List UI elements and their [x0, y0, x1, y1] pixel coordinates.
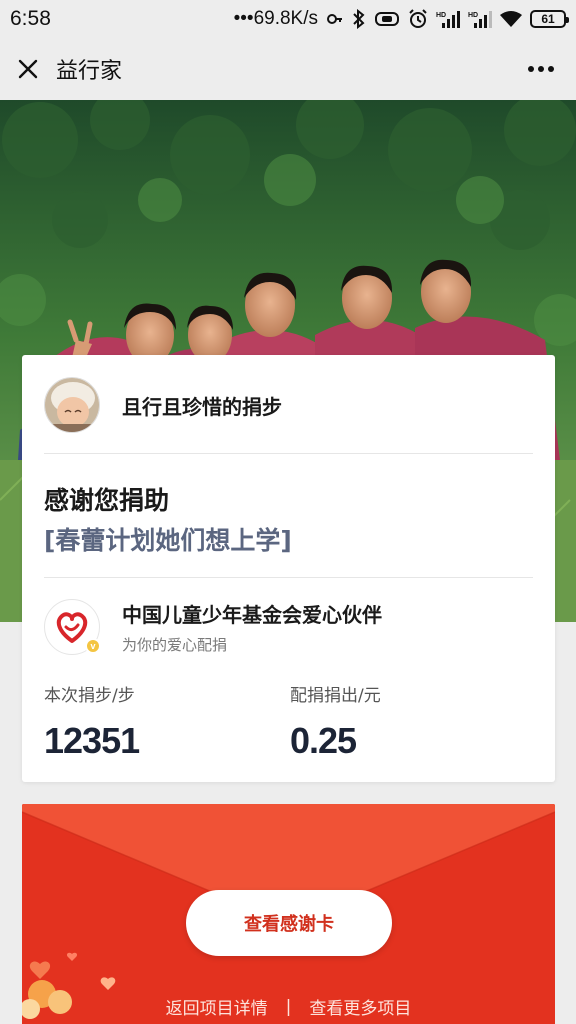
- red-envelope: 查看感谢卡 返回项目详情 | 查看更多项目: [22, 804, 555, 1024]
- status-icons: •••69.8K/s HD HD 61: [233, 8, 569, 30]
- page-title: 益行家: [56, 59, 123, 84]
- partner-text: 中国儿童少年基金会爱心伙伴 为你的爱心配捐: [122, 599, 382, 655]
- donation-card: 且行且珍惜的捐步 感谢您捐助 [春蕾计划她们想上学] v 中国儿童少年基金会爱心…: [22, 355, 555, 782]
- more-icon[interactable]: [506, 38, 576, 100]
- amount-value: 0.25: [290, 720, 357, 761]
- link-separator: |: [285, 996, 292, 1017]
- nav-bar: 益行家: [0, 38, 576, 100]
- steps-value: 12351: [44, 720, 140, 761]
- steps-stat: 本次捐步/步 12351: [44, 681, 140, 762]
- close-icon[interactable]: [0, 38, 56, 100]
- amount-stat: 配捐捐出/元 0.25: [290, 681, 381, 762]
- svg-text:HD: HD: [468, 12, 478, 19]
- battery-icon: 61: [530, 10, 569, 28]
- divider: [44, 453, 533, 454]
- view-thanks-card-button[interactable]: 查看感谢卡: [186, 890, 392, 956]
- hd-signal-icon: HD: [468, 9, 492, 29]
- status-time: 6:58: [10, 7, 51, 30]
- partner-name: 中国儿童少年基金会爱心伙伴: [122, 603, 382, 627]
- net-speed: •••69.8K/s: [233, 8, 318, 29]
- hd-signal-icon: HD: [436, 9, 460, 29]
- verified-badge: v: [85, 638, 101, 654]
- divider: [44, 577, 533, 578]
- status-bar: 6:58 •••69.8K/s HD HD 61: [0, 0, 576, 38]
- more-projects-link[interactable]: 查看更多项目: [309, 994, 411, 1019]
- thanks-title: 感谢您捐助: [44, 486, 170, 515]
- donor-name: 且行且珍惜的捐步: [122, 394, 282, 419]
- wifi-icon: [500, 9, 522, 29]
- avatar[interactable]: [44, 377, 100, 433]
- key-icon: [326, 9, 344, 29]
- alarm-icon: [408, 9, 428, 29]
- bottom-links: 返回项目详情 | 查看更多项目: [22, 994, 555, 1020]
- svg-text:HD: HD: [436, 12, 446, 19]
- steps-label: 本次捐步/步: [44, 686, 135, 706]
- project-name[interactable]: [春蕾计划她们想上学]: [44, 521, 292, 557]
- partner-subtitle: 为你的爱心配捐: [122, 636, 228, 654]
- partner-logo: v: [44, 599, 101, 655]
- bluetooth-icon: [352, 9, 366, 29]
- back-to-project-link[interactable]: 返回项目详情: [166, 994, 268, 1019]
- partner-row: v 中国儿童少年基金会爱心伙伴 为你的爱心配捐: [44, 599, 382, 655]
- donor-row: 且行且珍惜的捐步: [44, 377, 282, 433]
- vibrate-icon: [374, 9, 400, 29]
- amount-label: 配捐捐出/元: [290, 686, 381, 706]
